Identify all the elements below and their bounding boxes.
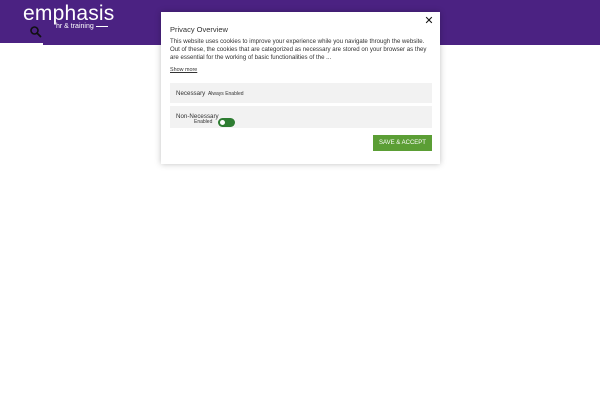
category-necessary-label: Necessary: [176, 90, 206, 97]
close-icon[interactable]: ✕: [424, 15, 434, 27]
search-button[interactable]: [29, 25, 43, 39]
logo-tagline-line: [95, 25, 108, 27]
privacy-modal: Privacy Overview ✕ This website uses coo…: [161, 12, 440, 164]
category-necessary-status: Always Enabled: [207, 91, 244, 97]
show-more-link[interactable]: Show more: [170, 67, 197, 73]
category-necessary[interactable]: Necessary Always Enabled: [170, 83, 432, 103]
logo-wordmark: emphasis: [23, 2, 115, 25]
category-necessary-header[interactable]: Necessary Always Enabled: [176, 90, 244, 97]
logo-tagline-text: hr & training: [56, 23, 94, 30]
category-non-necessary[interactable]: Non-Necessary Enabled: [170, 106, 432, 128]
save-accept-button[interactable]: SAVE & ACCEPT: [373, 135, 432, 151]
non-necessary-toggle[interactable]: [218, 118, 235, 127]
toggle-knob: [220, 120, 225, 125]
toggle-status-label: Enabled: [194, 119, 213, 125]
search-icon: [30, 26, 42, 38]
header-active-underline: [0, 43, 43, 45]
modal-title: Privacy Overview: [170, 25, 228, 34]
logo-tagline: hr & training: [56, 23, 108, 31]
modal-description: This website uses cookies to improve you…: [170, 38, 427, 61]
